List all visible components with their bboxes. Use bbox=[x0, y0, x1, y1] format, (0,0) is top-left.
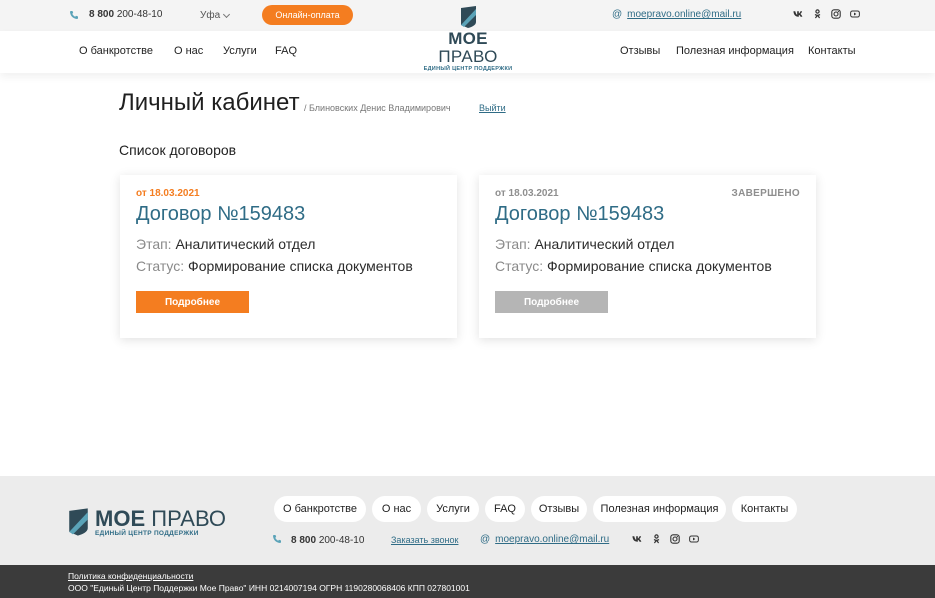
stage-value: Аналитический отдел bbox=[534, 236, 675, 252]
footer-phone-prefix: 8 800 bbox=[291, 535, 317, 546]
city-selector[interactable]: Уфа bbox=[200, 10, 231, 21]
footer-nav-about-us[interactable]: О нас bbox=[372, 496, 421, 522]
nav-faq[interactable]: FAQ bbox=[275, 45, 297, 57]
footer-nav-about-bankruptcy[interactable]: О банкротстве bbox=[274, 496, 366, 522]
contract-stage: Этап: Аналитический отдел bbox=[495, 236, 674, 252]
privacy-policy-link[interactable]: Политика конфиденциальности bbox=[68, 571, 193, 581]
logo-mark-icon bbox=[460, 5, 477, 29]
header-email-link[interactable]: moepravo.online@mail.ru bbox=[627, 9, 741, 20]
odnoklassniki-icon[interactable] bbox=[812, 9, 822, 19]
logo-mark-icon bbox=[68, 506, 89, 538]
stage-key: Этап: bbox=[136, 236, 172, 252]
user-name-breadcrumb: / Блиновских Денис Владимирович bbox=[304, 103, 451, 113]
contract-title[interactable]: Договор №159483 bbox=[136, 203, 305, 226]
instagram-icon[interactable] bbox=[831, 9, 841, 19]
header-socials bbox=[793, 9, 860, 19]
footer-logo-tagline: ЕДИНЫЙ ЦЕНТР ПОДДЕРЖКИ bbox=[95, 529, 199, 537]
page-title: Личный кабинет bbox=[119, 89, 300, 116]
footer-logo[interactable]: МОЕ ПРАВО ЕДИНЫЙ ЦЕНТР ПОДДЕРЖКИ bbox=[68, 506, 226, 538]
header-email[interactable]: @ moepravo.online@mail.ru bbox=[612, 9, 741, 20]
youtube-icon[interactable] bbox=[689, 534, 699, 544]
contract-card: от 18.03.2021 Договор №159483 Этап: Анал… bbox=[120, 175, 457, 338]
instagram-icon[interactable] bbox=[670, 534, 680, 544]
logo-name: МОЕ ПРАВО bbox=[418, 30, 518, 66]
contract-title[interactable]: Договор №159483 bbox=[495, 203, 664, 226]
details-button[interactable]: Подробнее bbox=[136, 291, 249, 313]
nav-about-us[interactable]: О нас bbox=[174, 45, 203, 57]
status-key: Статус: bbox=[136, 258, 185, 274]
header-phone[interactable]: 8 800 200-48-10 bbox=[69, 9, 162, 20]
email-icon: @ bbox=[612, 9, 623, 20]
nav-contacts[interactable]: Контакты bbox=[808, 45, 856, 57]
legal-info: ООО "Единый Центр Поддержки Мое Право" И… bbox=[68, 583, 470, 593]
email-icon: @ bbox=[480, 534, 491, 545]
stage-value: Аналитический отдел bbox=[175, 236, 316, 252]
footer-nav-faq[interactable]: FAQ bbox=[485, 496, 525, 522]
phone-number: 200-48-10 bbox=[116, 9, 163, 20]
city-label: Уфа bbox=[200, 10, 221, 21]
contract-status: Статус: Формирование списка документов bbox=[136, 258, 413, 274]
phone-prefix: 8 800 bbox=[89, 9, 115, 20]
nav-about-bankruptcy[interactable]: О банкротстве bbox=[79, 45, 153, 57]
vk-icon[interactable] bbox=[793, 9, 803, 19]
footer-email[interactable]: @ moepravo.online@mail.ru bbox=[480, 534, 609, 545]
logo-tagline: ЕДИНЫЙ ЦЕНТР ПОДДЕРЖКИ bbox=[423, 66, 513, 72]
logo-name-light: ПРАВО bbox=[438, 47, 498, 66]
details-button[interactable]: Подробнее bbox=[495, 291, 608, 313]
footer-logo-name: МОЕ ПРАВО bbox=[95, 505, 226, 531]
contract-status: Статус: Формирование списка документов bbox=[495, 258, 772, 274]
footer-logo-text: МОЕ ПРАВО ЕДИНЫЙ ЦЕНТР ПОДДЕРЖКИ bbox=[95, 505, 226, 537]
vk-icon[interactable] bbox=[632, 534, 642, 544]
logo-name-bold: МОЕ bbox=[95, 505, 146, 531]
footer-socials bbox=[632, 534, 699, 544]
nav-reviews[interactable]: Отзывы bbox=[620, 45, 660, 57]
footer-email-link[interactable]: moepravo.online@mail.ru bbox=[495, 534, 609, 545]
status-key: Статус: bbox=[495, 258, 544, 274]
logout-link[interactable]: Выйти bbox=[479, 103, 506, 113]
contracts-section-title: Список договоров bbox=[119, 142, 237, 158]
footer-phone-number: 200-48-10 bbox=[318, 535, 365, 546]
callback-link[interactable]: Заказать звонок bbox=[391, 535, 458, 545]
chevron-down-icon bbox=[223, 10, 231, 18]
stage-key: Этап: bbox=[495, 236, 531, 252]
odnoklassniki-icon[interactable] bbox=[651, 534, 661, 544]
footer-nav-useful-info[interactable]: Полезная информация bbox=[593, 496, 726, 522]
footer: МОЕ ПРАВО ЕДИНЫЙ ЦЕНТР ПОДДЕРЖКИ О банкр… bbox=[0, 476, 935, 565]
contract-stage: Этап: Аналитический отдел bbox=[136, 236, 315, 252]
contract-card: от 18.03.2021 ЗАВЕРШЕНО Договор №159483 … bbox=[479, 175, 816, 338]
footer-nav-contacts[interactable]: Контакты bbox=[732, 496, 797, 522]
contract-date: от 18.03.2021 bbox=[495, 188, 559, 199]
status-badge: ЗАВЕРШЕНО bbox=[731, 188, 800, 199]
bottom-bar: Политика конфиденциальности ООО "Единый … bbox=[0, 565, 935, 598]
contract-date: от 18.03.2021 bbox=[136, 188, 200, 199]
status-value: Формирование списка документов bbox=[188, 258, 413, 274]
status-value: Формирование списка документов bbox=[547, 258, 772, 274]
nav-useful-info[interactable]: Полезная информация bbox=[676, 45, 794, 57]
logo-name-light: ПРАВО bbox=[151, 505, 226, 531]
logo-name-bold: МОЕ bbox=[448, 29, 488, 48]
site-logo[interactable]: МОЕ ПРАВО ЕДИНЫЙ ЦЕНТР ПОДДЕРЖКИ bbox=[418, 5, 518, 72]
youtube-icon[interactable] bbox=[850, 9, 860, 19]
footer-nav-services[interactable]: Услуги bbox=[427, 496, 479, 522]
footer-nav-reviews[interactable]: Отзывы bbox=[531, 496, 587, 522]
phone-icon bbox=[69, 10, 79, 20]
nav-services[interactable]: Услуги bbox=[223, 45, 257, 57]
footer-phone[interactable]: 8 800 200-48-10 bbox=[272, 534, 364, 547]
phone-icon bbox=[272, 534, 282, 547]
online-payment-button[interactable]: Онлайн-оплата bbox=[262, 5, 353, 25]
